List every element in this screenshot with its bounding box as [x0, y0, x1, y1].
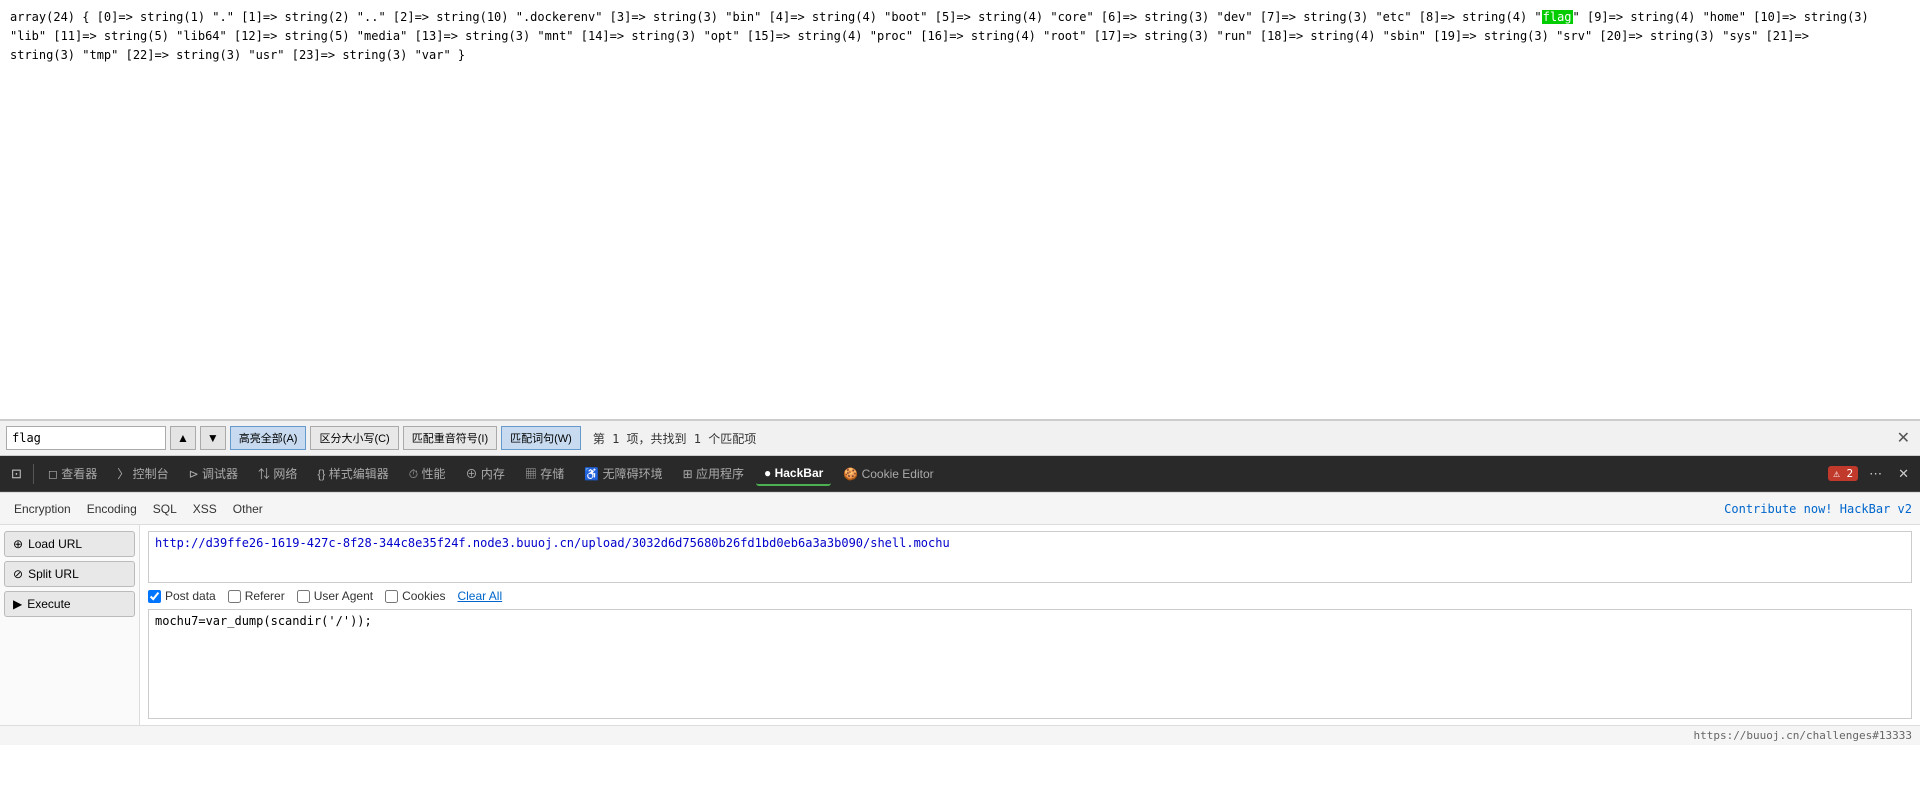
performance-label: 性能: [422, 467, 446, 481]
content-text-line2: "lib" [11]=> string(5) "lib64" [12]=> st…: [10, 29, 1809, 43]
tab-console[interactable]: 〉 控制台: [109, 461, 176, 486]
load-url-label: Load URL: [28, 537, 82, 551]
user-agent-checkbox[interactable]: [297, 590, 310, 603]
find-accent-button[interactable]: 匹配重音符号(I): [403, 426, 497, 450]
split-url-label: Split URL: [28, 567, 79, 581]
hackbar-sidebar: ⊕ Load URL ⊘ Split URL ▶ Execute: [0, 525, 140, 725]
split-url-icon: ⊘: [13, 567, 23, 581]
devtools-dock-button[interactable]: ⊡: [6, 463, 27, 485]
tab-cookie-editor[interactable]: 🍪 Cookie Editor: [835, 463, 941, 485]
hackbar-menubar: Encryption Encoding SQL XSS Other Contri…: [0, 493, 1920, 525]
sql-menu[interactable]: SQL: [147, 500, 183, 518]
url-input[interactable]: [148, 531, 1912, 583]
hackbar-label: HackBar: [775, 466, 824, 480]
find-next-button[interactable]: ▼: [200, 426, 226, 450]
contribute-link[interactable]: Contribute now! HackBar v2: [1724, 502, 1912, 516]
cookies-option[interactable]: Cookies: [385, 589, 445, 603]
referer-option[interactable]: Referer: [228, 589, 285, 603]
tab-performance[interactable]: ⏱ 性能: [401, 461, 454, 486]
accessibility-icon: ♿: [584, 467, 599, 481]
tab-debugger[interactable]: ⊳ 调试器: [181, 461, 246, 486]
post-data-option[interactable]: Post data: [148, 589, 216, 603]
tab-memory[interactable]: ⊕ 内存: [458, 461, 513, 486]
find-bar: ▲ ▼ 高亮全部(A) 区分大小写(C) 匹配重音符号(I) 匹配词句(W) 第…: [0, 420, 1920, 456]
cookie-icon: 🍪: [843, 467, 858, 481]
flag-highlight: flag: [1542, 10, 1573, 24]
memory-icon: ⊕: [466, 467, 478, 481]
post-options-row: Post data Referer User Agent Cookies Cle…: [148, 589, 1912, 603]
user-agent-option[interactable]: User Agent: [297, 589, 373, 603]
storage-icon: ▦: [525, 467, 537, 481]
tab-storage[interactable]: ▦ 存储: [517, 461, 572, 486]
clear-all-button[interactable]: Clear All: [457, 589, 502, 603]
find-close-button[interactable]: ✕: [1893, 428, 1914, 448]
hackbar-panel: Encryption Encoding SQL XSS Other Contri…: [0, 492, 1920, 745]
xss-menu[interactable]: XSS: [187, 500, 223, 518]
split-url-button[interactable]: ⊘ Split URL: [4, 561, 135, 587]
other-menu[interactable]: Other: [227, 500, 269, 518]
network-label: 网络: [273, 467, 297, 481]
memory-label: 内存: [481, 467, 505, 481]
error-count: 2: [1846, 467, 1853, 480]
inspector-label: 查看器: [61, 467, 97, 481]
cookie-editor-label: Cookie Editor: [862, 467, 934, 481]
toolbar-separator-1: [33, 464, 34, 484]
tab-style-editor[interactable]: {} 样式编辑器: [309, 461, 396, 486]
debugger-icon: ⊳: [189, 467, 199, 481]
error-icon: ⚠: [1833, 467, 1840, 480]
tab-hackbar[interactable]: ● HackBar: [756, 462, 831, 486]
tab-accessibility[interactable]: ♿ 无障碍环境: [576, 461, 670, 486]
console-label: 控制台: [133, 467, 169, 481]
content-text: array(24) { [0]=> string(1) "." [1]=> st…: [10, 10, 1869, 24]
referer-label: Referer: [245, 589, 285, 603]
cookies-checkbox[interactable]: [385, 590, 398, 603]
find-input[interactable]: [6, 426, 166, 450]
devtools-toolbar: ⊡ ◻ 查看器 〉 控制台 ⊳ 调试器 ⇅ 网络 {} 样式编辑器 ⏱ 性能 ⊕…: [0, 456, 1920, 492]
user-agent-label: User Agent: [314, 589, 373, 603]
cookies-label: Cookies: [402, 589, 445, 603]
debugger-label: 调试器: [202, 467, 238, 481]
encoding-menu[interactable]: Encoding: [81, 500, 143, 518]
find-highlight-all-button[interactable]: 高亮全部(A): [230, 426, 307, 450]
storage-label: 存储: [540, 467, 564, 481]
network-icon: ⇅: [258, 467, 270, 481]
encryption-menu[interactable]: Encryption: [8, 500, 77, 518]
find-status: 第 1 项，共找到 1 个匹配项: [593, 430, 756, 447]
post-data-textarea[interactable]: [148, 609, 1912, 719]
content-text-line3: string(3) "tmp" [22]=> string(3) "usr" […: [10, 48, 465, 62]
hackbar-status-bar: https://buuoj.cn/challenges#13333: [0, 725, 1920, 745]
post-data-checkbox[interactable]: [148, 590, 161, 603]
accessibility-label: 无障碍环境: [603, 467, 663, 481]
hackbar-content: Post data Referer User Agent Cookies Cle…: [140, 525, 1920, 725]
main-content-area: array(24) { [0]=> string(1) "." [1]=> st…: [0, 0, 1920, 420]
referer-checkbox[interactable]: [228, 590, 241, 603]
performance-icon: ⏱: [409, 467, 418, 481]
find-prev-button[interactable]: ▲: [170, 426, 196, 450]
find-case-sensitive-button[interactable]: 区分大小写(C): [310, 426, 398, 450]
console-icon: 〉: [117, 467, 129, 481]
load-url-icon: ⊕: [13, 537, 23, 551]
application-icon: ⊞: [683, 467, 693, 481]
load-url-button[interactable]: ⊕ Load URL: [4, 531, 135, 557]
execute-label: Execute: [27, 597, 70, 611]
more-options-button[interactable]: ⋯: [1864, 463, 1887, 485]
status-url: https://buuoj.cn/challenges#13333: [1693, 729, 1912, 742]
hackbar-dot-icon: ●: [764, 466, 771, 480]
tab-network[interactable]: ⇅ 网络: [250, 461, 305, 486]
execute-icon: ▶: [13, 597, 22, 611]
error-badge: ⚠ 2: [1828, 466, 1858, 481]
execute-button[interactable]: ▶ Execute: [4, 591, 135, 617]
tab-inspector[interactable]: ◻ 查看器: [40, 461, 105, 486]
style-editor-icon: {}: [317, 467, 325, 481]
devtools-right-area: ⚠ 2 ⋯ ✕: [1828, 463, 1914, 485]
hackbar-main-area: ⊕ Load URL ⊘ Split URL ▶ Execute Post da…: [0, 525, 1920, 725]
find-whole-word-button[interactable]: 匹配词句(W): [501, 426, 581, 450]
inspector-icon: ◻: [48, 467, 58, 481]
style-editor-label: 样式编辑器: [329, 467, 389, 481]
application-label: 应用程序: [696, 467, 744, 481]
tab-application[interactable]: ⊞ 应用程序: [675, 461, 752, 486]
post-data-label: Post data: [165, 589, 216, 603]
devtools-close-button[interactable]: ✕: [1893, 463, 1914, 485]
